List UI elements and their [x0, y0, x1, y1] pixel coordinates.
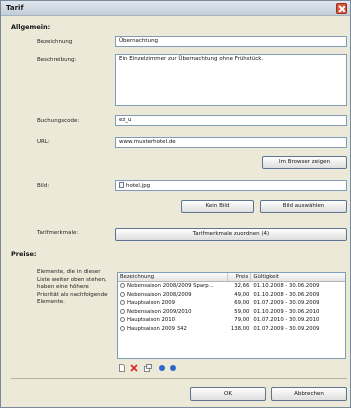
bezeichnung-label: Bezeichnung — [37, 39, 73, 45]
move-up-icon[interactable] — [158, 364, 166, 372]
cell-preis: 49,00 — [234, 291, 250, 298]
url-label: URL: — [37, 139, 50, 145]
table-row[interactable]: Hauptsaison 2010 79,00 01.07.2010 - 30.0… — [118, 316, 345, 325]
tariff-row-icon — [120, 325, 125, 331]
cell-gueltigkeit: 01.10.2008 - 30.06.2009 — [253, 283, 320, 289]
cell-preis: 59,00 — [234, 308, 250, 315]
image-file-icon — [119, 182, 124, 188]
cell-preis: 32,66 — [234, 283, 250, 289]
beschreibung-label: Beschreibung: — [37, 57, 77, 63]
buchungscode-label: Buchungscode: — [37, 118, 80, 124]
col-bezeichnung[interactable]: Bezeichnung — [118, 273, 228, 281]
tariff-row-icon — [120, 283, 125, 288]
edit-icon[interactable] — [144, 364, 152, 372]
table-row[interactable]: Nebensaison 2008/2009 49,00 01.10.2008 -… — [118, 291, 345, 300]
tarif-dialog: Tarif Allgemein: Bezeichnung Übernachtun… — [0, 0, 351, 408]
cell-preis: 69,00 — [234, 300, 250, 306]
cell-bezeichnung: Hauptsaison 2009 — [127, 300, 176, 306]
table-row[interactable]: Hauptsaison 2009 342 138,00 01.07.2009 -… — [118, 325, 345, 334]
abbrechen-button[interactable]: Abbrechen — [271, 387, 347, 401]
buchungscode-input[interactable]: ez_u — [115, 115, 347, 126]
delete-icon[interactable] — [130, 364, 138, 372]
preise-description: Elemente, die in dieser Liste weiter obe… — [37, 269, 108, 305]
section-allgemein: Allgemein: — [11, 23, 51, 31]
bild-label: Bild: — [37, 183, 50, 189]
ok-button[interactable]: OK — [190, 387, 266, 401]
section-preise: Preise: — [11, 250, 37, 258]
im-browser-zeigen-button[interactable]: Im Browser zeigen — [262, 156, 347, 169]
new-entry-icon[interactable] — [118, 364, 126, 372]
cell-bezeichnung: Hauptsaison 2009 342 — [127, 325, 187, 332]
window-title: Tarif — [6, 4, 24, 12]
cell-preis: 138,00 — [230, 325, 250, 332]
beschreibung-textarea[interactable]: Ein Einzelzimmer zur Übernachtung ohne F… — [115, 54, 347, 106]
cell-gueltigkeit: 01.10.2009 - 30.06.2010 — [253, 308, 320, 315]
cell-gueltigkeit: 01.10.2008 - 30.06.2009 — [253, 291, 320, 298]
tariff-row-icon — [120, 291, 125, 297]
table-row[interactable]: Hauptsaison 2009 69,00 01.07.2009 - 30.0… — [118, 299, 345, 308]
title-bar[interactable]: Tarif — [1, 1, 350, 16]
bezeichnung-input[interactable]: Übernachtung — [115, 36, 347, 47]
cell-gueltigkeit: 01.07.2009 - 30.09.2009 — [253, 300, 320, 306]
tariff-row-icon — [120, 308, 125, 314]
table-row[interactable]: Nebensaison 2009/2010 59,00 01.10.2009 -… — [118, 308, 345, 317]
tarifmerkmale-label: Tarifmerkmale: — [37, 230, 79, 236]
kein-bild-button[interactable]: Kein Bild — [181, 200, 254, 213]
tarifmerkmale-zuordnen-button[interactable]: Tarifmerkmale zuordnen (4) — [115, 228, 347, 241]
preise-table[interactable]: Bezeichnung Preis Gültigkeit Nebensaison… — [117, 272, 346, 359]
table-row[interactable]: Nebensaison 2008/2009 Sparp... 32,66 01.… — [118, 282, 345, 291]
cell-gueltigkeit: 01.07.2010 - 30.09.2010 — [253, 317, 320, 323]
cell-bezeichnung: Hauptsaison 2010 — [127, 317, 176, 323]
close-icon[interactable] — [336, 3, 347, 14]
bild-filename: hotel.jpg — [126, 183, 151, 189]
tariff-row-icon — [120, 317, 125, 322]
cell-bezeichnung: Nebensaison 2008/2009 — [127, 291, 192, 298]
cell-bezeichnung: Nebensaison 2008/2009 Sparp... — [127, 283, 214, 289]
table-header: Bezeichnung Preis Gültigkeit — [118, 273, 345, 282]
bild-auswaehlen-button[interactable]: Bild auswählen — [260, 200, 347, 213]
bild-input[interactable]: hotel.jpg — [115, 180, 347, 191]
col-preis[interactable]: Preis — [228, 273, 252, 281]
tariff-row-icon — [120, 300, 125, 305]
cell-gueltigkeit: 01.07.2009 - 30.09.2009 — [253, 325, 320, 332]
url-input[interactable]: www.musterhotel.de — [115, 137, 347, 148]
move-down-icon[interactable] — [169, 364, 177, 372]
cell-bezeichnung: Nebensaison 2009/2010 — [127, 308, 192, 315]
cell-preis: 79,00 — [234, 317, 250, 323]
footer-divider — [11, 378, 347, 379]
col-gueltigkeit[interactable]: Gültigkeit — [251, 273, 345, 281]
